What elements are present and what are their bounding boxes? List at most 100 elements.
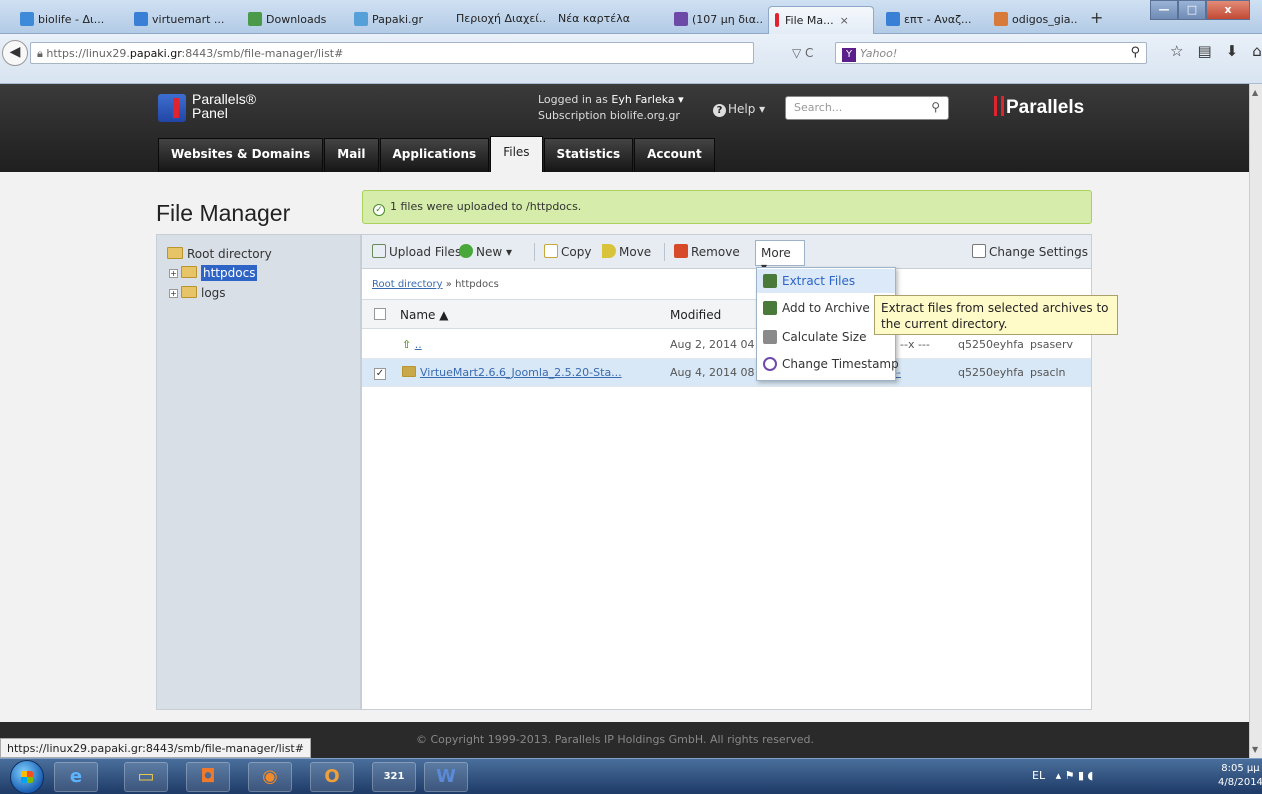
download-favicon	[248, 12, 262, 26]
word-icon[interactable]: W	[424, 762, 468, 792]
help-menu[interactable]: ? Help ▾	[713, 102, 765, 117]
browser-tab-virtuemart[interactable]: virtuemart ...	[128, 6, 238, 34]
tab-websites-domains[interactable]: Websites & Domains	[158, 138, 324, 172]
status-bar-url: https://linux29.papaki.gr:8443/smb/file-…	[0, 738, 311, 758]
parallels-logo-icon	[158, 94, 186, 122]
reload-icon[interactable]: ▽ C	[792, 46, 813, 60]
close-window-button[interactable]: x	[1206, 0, 1250, 20]
change-settings-button[interactable]: Change Settings	[972, 244, 1088, 259]
parent-dir-link[interactable]: ⇧ ..	[402, 338, 422, 351]
system-clock[interactable]: 8:05 μμ 4/8/2014	[1218, 762, 1262, 790]
tab-account[interactable]: Account	[634, 138, 715, 172]
outlook-icon[interactable]: O	[310, 762, 354, 792]
clock-icon	[763, 357, 777, 371]
column-modified[interactable]: Modified	[670, 308, 721, 322]
file-explorer-icon[interactable]: ▭	[124, 762, 168, 792]
address-bar[interactable]: 🔒︎ https://linux29.papaki.gr:8443/smb/fi…	[30, 42, 754, 64]
browser-tab-new-tab[interactable]: Νέα καρτέλα	[552, 6, 652, 34]
move-button[interactable]: Move	[602, 244, 651, 259]
table-row[interactable]: ✓ VirtueMart2.6.6_Joomla_2.5.20-Sta... A…	[362, 359, 1091, 387]
new-tab-button[interactable]: +	[1090, 8, 1103, 27]
login-info: Logged in as Eyh Farleka ▾ Subscription …	[538, 93, 684, 122]
copyright-text: © Copyright 1999-2013. Parallels IP Hold…	[416, 733, 814, 746]
owner-cell: q5250eyhfa	[958, 366, 1024, 379]
browser-tab-mail[interactable]: (107 μη δια...	[668, 6, 764, 34]
site-favicon	[20, 12, 34, 26]
site-favicon	[994, 12, 1008, 26]
expand-icon[interactable]: +	[169, 269, 178, 278]
media-player-icon[interactable]: ◘	[186, 762, 230, 792]
new-button[interactable]: New ▾	[459, 244, 512, 259]
user-menu[interactable]: Eyh Farleka ▾	[611, 93, 683, 106]
browser-tab-file-manager[interactable]: File Ma... ×	[768, 6, 874, 34]
table-row[interactable]: ⇧ .. Aug 2, 2014 04 --x --- q5250eyhfa p…	[362, 331, 1091, 359]
start-button[interactable]	[10, 760, 44, 794]
page-title: File Manager	[156, 200, 291, 226]
add-icon	[459, 244, 473, 258]
browser-tab-admin-area[interactable]: Περιοχή Διαχεί...	[450, 6, 546, 34]
close-tab-icon[interactable]: ×	[840, 14, 849, 27]
scroll-down-icon[interactable]: ▼	[1252, 745, 1258, 754]
breadcrumb-root-link[interactable]: Root directory	[372, 279, 443, 290]
tree-item-httpdocs[interactable]: + httpdocs	[169, 265, 258, 281]
calculator-icon	[763, 330, 777, 344]
panel-search-input[interactable]: Search... ⚲	[785, 96, 949, 120]
back-button[interactable]: ◀	[2, 40, 28, 66]
column-name[interactable]: Name ▲	[400, 308, 448, 322]
folder-icon	[181, 286, 197, 298]
upload-files-button[interactable]: Upload Files	[372, 244, 461, 259]
language-indicator[interactable]: EL	[1032, 769, 1045, 782]
select-all-checkbox[interactable]	[374, 308, 386, 323]
lock-icon: 🔒︎	[37, 47, 47, 60]
calendar-icon[interactable]: 321	[372, 762, 416, 792]
bookmarks-list-icon[interactable]: ▤	[1197, 42, 1211, 60]
row-checkbox[interactable]: ✓	[374, 366, 386, 380]
browser-tab-downloads[interactable]: Downloads	[242, 6, 342, 34]
minimize-button[interactable]: —	[1150, 0, 1178, 20]
remove-x-icon	[674, 244, 688, 258]
tree-item-logs[interactable]: + logs	[169, 286, 226, 300]
expand-icon[interactable]: +	[169, 289, 178, 298]
tab-files[interactable]: Files	[490, 136, 543, 172]
browser-tab-biolife[interactable]: biolife - Δι...	[14, 6, 124, 34]
archive-icon	[763, 301, 777, 315]
firefox-icon[interactable]: ◉	[248, 762, 292, 792]
internet-explorer-icon[interactable]: e	[54, 762, 98, 792]
home-icon[interactable]: ⌂	[1252, 42, 1262, 60]
upload-success-message: ✓ 1 files were uploaded to /httpdocs.	[362, 190, 1092, 224]
page-scrollbar[interactable]: ▲ ▼	[1249, 84, 1262, 758]
tab-statistics[interactable]: Statistics	[543, 138, 634, 172]
parallels-brand-logo: Parallels	[994, 96, 1084, 119]
mail-favicon	[674, 12, 688, 26]
copy-button[interactable]: Copy	[544, 244, 591, 259]
settings-icon	[972, 244, 986, 258]
tree-root-directory[interactable]: Root directory	[167, 247, 272, 261]
tab-mail[interactable]: Mail	[324, 138, 379, 172]
tab-applications[interactable]: Applications	[379, 138, 490, 172]
search-icon[interactable]: ⚲	[1130, 45, 1140, 60]
maximize-button[interactable]: □	[1178, 0, 1206, 20]
downloads-icon[interactable]: ⬇	[1226, 42, 1239, 60]
search-favicon	[134, 12, 148, 26]
bookmark-star-icon[interactable]: ☆	[1170, 42, 1183, 60]
menu-item-change-timestamp[interactable]: Change Timestamp	[757, 352, 899, 376]
browser-tab-odigos[interactable]: odigos_gia...	[988, 6, 1078, 34]
browser-toolbar-icons: ☆ ▤ ⬇ ⌂ ≡	[1170, 42, 1262, 60]
windows-taskbar: e ▭ ◘ ◉ O 321 W EL ▴ ⚑ ▮ ◖ 8:05 μμ 4/8/20…	[0, 758, 1262, 794]
browser-nav-bar: ◀ 🔒︎ https://linux29.papaki.gr:8443/smb/…	[0, 34, 1262, 84]
browser-tab-papaki[interactable]: Papaki.gr	[348, 6, 444, 34]
menu-item-extract-files[interactable]: Extract Files	[757, 269, 895, 293]
extract-icon	[763, 274, 777, 288]
more-button[interactable]: More ▾	[755, 240, 805, 274]
browser-search-input[interactable]: Y Yahoo! ⚲	[835, 42, 1147, 64]
search-icon[interactable]: ⚲	[931, 100, 940, 114]
file-name-link[interactable]: VirtueMart2.6.6_Joomla_2.5.20-Sta...	[402, 366, 622, 379]
subscription-label[interactable]: Subscription biolife.org.gr	[538, 109, 680, 122]
copy-icon	[544, 244, 558, 258]
papaki-favicon	[354, 12, 368, 26]
scroll-up-icon[interactable]: ▲	[1252, 88, 1258, 97]
remove-button[interactable]: Remove	[674, 244, 740, 259]
group-cell: psacln	[1030, 366, 1066, 379]
tray-icons[interactable]: ▴ ⚑ ▮ ◖	[1056, 769, 1094, 782]
browser-tab-search[interactable]: επτ - Αναζ...	[880, 6, 984, 34]
